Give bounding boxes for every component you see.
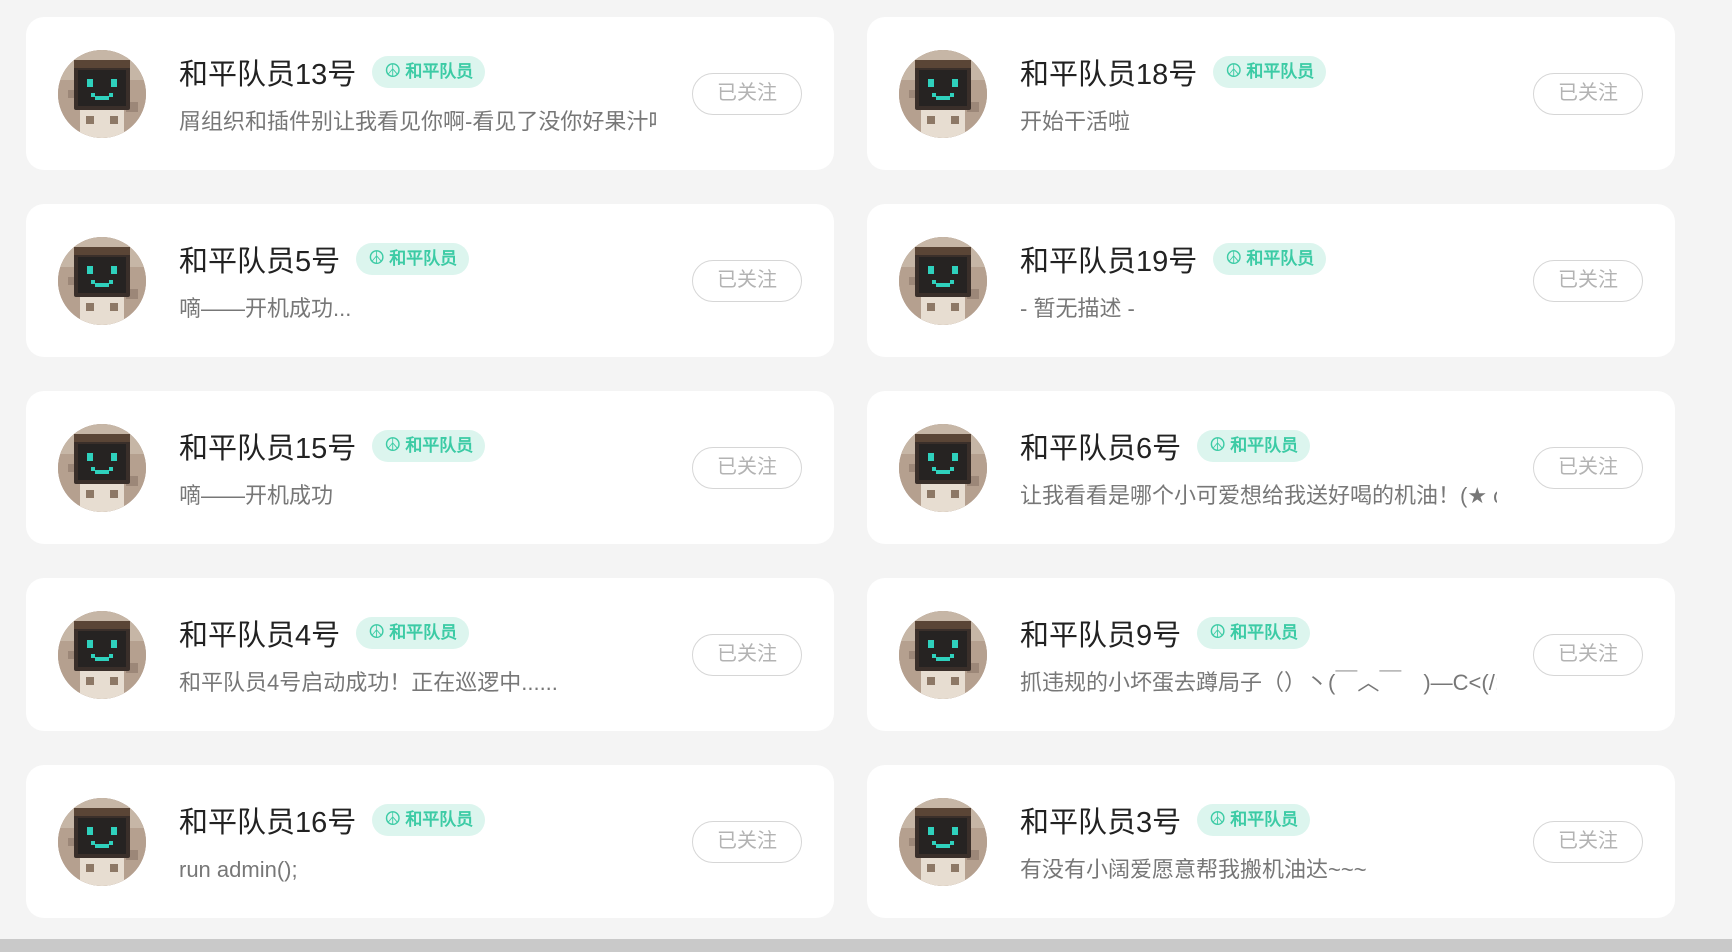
role-badge: ☮ 和平队员 — [372, 804, 486, 837]
badge-label: 和平队员 — [1230, 623, 1299, 643]
avatar[interactable] — [58, 798, 146, 886]
badge-label: 和平队员 — [1246, 249, 1315, 269]
user-name[interactable]: 和平队员3号 — [1020, 807, 1181, 839]
user-card[interactable]: 和平队员19号 ☮ 和平队员 - 暂无描述 - 已关注 — [867, 204, 1675, 357]
user-description: run admin(); — [179, 857, 298, 882]
robot-avatar-image — [58, 798, 146, 886]
role-badge: ☮ 和平队员 — [372, 430, 486, 463]
peace-icon: ☮ — [1225, 248, 1243, 270]
user-card[interactable]: 和平队员13号 ☮ 和平队员 屑组织和插件别让我看见你啊-看见了没你好果汁吃 已关注 — [26, 17, 834, 170]
following-button[interactable]: 已关注 — [692, 634, 802, 676]
following-button[interactable]: 已关注 — [1533, 447, 1643, 489]
role-badge: ☮ 和平队员 — [1213, 56, 1327, 89]
peace-icon: ☮ — [384, 809, 402, 831]
peace-icon: ☮ — [384, 435, 402, 457]
badge-label: 和平队员 — [1246, 62, 1315, 82]
avatar[interactable] — [58, 424, 146, 512]
role-badge: ☮ 和平队员 — [356, 243, 470, 276]
user-description: 让我看看是哪个小可爱想给我送好喝的机油！(★ ω ★) — [1020, 483, 1497, 508]
avatar[interactable] — [899, 611, 987, 699]
user-card[interactable]: 和平队员9号 ☮ 和平队员 抓违规的小坏蛋去蹲局子（）丶(￣︿￣ )—C<(/;◇;… — [867, 578, 1675, 731]
user-description: 嘀——开机成功 — [179, 483, 334, 508]
user-name[interactable]: 和平队员9号 — [1020, 620, 1181, 652]
badge-label: 和平队员 — [1230, 810, 1299, 830]
robot-avatar-image — [899, 424, 987, 512]
role-badge: ☮ 和平队员 — [1197, 617, 1311, 650]
user-card[interactable]: 和平队员6号 ☮ 和平队员 让我看看是哪个小可爱想给我送好喝的机油！(★ ω ★) … — [867, 391, 1675, 544]
following-button[interactable]: 已关注 — [692, 260, 802, 302]
badge-label: 和平队员 — [389, 249, 458, 269]
role-badge: ☮ 和平队员 — [1197, 804, 1311, 837]
user-card[interactable]: 和平队员3号 ☮ 和平队员 有没有小阔爱愿意帮我搬机油达~~~ 已关注 — [867, 765, 1675, 918]
user-description: 嘀——开机成功... — [179, 296, 352, 321]
user-card[interactable]: 和平队员18号 ☮ 和平队员 开始干活啦 已关注 — [867, 17, 1675, 170]
user-name[interactable]: 和平队员15号 — [179, 433, 356, 465]
robot-avatar-image — [58, 50, 146, 138]
user-card[interactable]: 和平队员4号 ☮ 和平队员 和平队员4号启动成功！正在巡逻中...... 已关注 — [26, 578, 834, 731]
robot-avatar-image — [58, 611, 146, 699]
following-button[interactable]: 已关注 — [692, 447, 802, 489]
avatar[interactable] — [58, 50, 146, 138]
user-card[interactable]: 和平队员5号 ☮ 和平队员 嘀——开机成功... 已关注 — [26, 204, 834, 357]
robot-avatar-image — [899, 798, 987, 886]
peace-icon: ☮ — [384, 61, 402, 83]
user-name[interactable]: 和平队员5号 — [179, 246, 340, 278]
following-button[interactable]: 已关注 — [692, 73, 802, 115]
badge-label: 和平队员 — [405, 810, 474, 830]
user-name[interactable]: 和平队员18号 — [1020, 59, 1197, 91]
user-description: - 暂无描述 - — [1020, 296, 1135, 321]
avatar[interactable] — [58, 611, 146, 699]
peace-icon: ☮ — [1209, 435, 1227, 457]
badge-label: 和平队员 — [405, 436, 474, 456]
following-button[interactable]: 已关注 — [1533, 73, 1643, 115]
peace-icon: ☮ — [1209, 622, 1227, 644]
user-card[interactable]: 和平队员15号 ☮ 和平队员 嘀——开机成功 已关注 — [26, 391, 834, 544]
robot-avatar-image — [58, 424, 146, 512]
peace-icon: ☮ — [368, 248, 386, 270]
user-description: 屑组织和插件别让我看见你啊-看见了没你好果汁吃 — [179, 109, 656, 134]
user-card[interactable]: 和平队员16号 ☮ 和平队员 run admin(); 已关注 — [26, 765, 834, 918]
robot-avatar-image — [899, 611, 987, 699]
robot-avatar-image — [58, 237, 146, 325]
badge-label: 和平队员 — [405, 62, 474, 82]
peace-icon: ☮ — [1225, 61, 1243, 83]
role-badge: ☮ 和平队员 — [1197, 430, 1311, 463]
peace-icon: ☮ — [368, 622, 386, 644]
role-badge: ☮ 和平队员 — [356, 617, 470, 650]
badge-label: 和平队员 — [389, 623, 458, 643]
role-badge: ☮ 和平队员 — [372, 56, 486, 89]
user-description: 和平队员4号启动成功！正在巡逻中...... — [179, 670, 558, 695]
avatar[interactable] — [899, 50, 987, 138]
robot-avatar-image — [899, 50, 987, 138]
user-name[interactable]: 和平队员19号 — [1020, 246, 1197, 278]
following-button[interactable]: 已关注 — [1533, 260, 1643, 302]
following-button[interactable]: 已关注 — [1533, 634, 1643, 676]
avatar[interactable] — [899, 798, 987, 886]
role-badge: ☮ 和平队员 — [1213, 243, 1327, 276]
user-name[interactable]: 和平队员16号 — [179, 807, 356, 839]
horizontal-scrollbar[interactable] — [0, 939, 1732, 952]
avatar[interactable] — [58, 237, 146, 325]
user-name[interactable]: 和平队员13号 — [179, 59, 356, 91]
user-name[interactable]: 和平队员6号 — [1020, 433, 1181, 465]
peace-icon: ☮ — [1209, 809, 1227, 831]
following-button[interactable]: 已关注 — [692, 821, 802, 863]
badge-label: 和平队员 — [1230, 436, 1299, 456]
avatar[interactable] — [899, 237, 987, 325]
avatar[interactable] — [899, 424, 987, 512]
user-name[interactable]: 和平队员4号 — [179, 620, 340, 652]
user-description: 有没有小阔爱愿意帮我搬机油达~~~ — [1020, 857, 1367, 882]
user-description: 开始干活啦 — [1020, 109, 1131, 134]
following-button[interactable]: 已关注 — [1533, 821, 1643, 863]
user-description: 抓违规的小坏蛋去蹲局子（）丶(￣︿￣ )—C<(/;◇;)/ — [1020, 670, 1497, 695]
robot-avatar-image — [899, 237, 987, 325]
